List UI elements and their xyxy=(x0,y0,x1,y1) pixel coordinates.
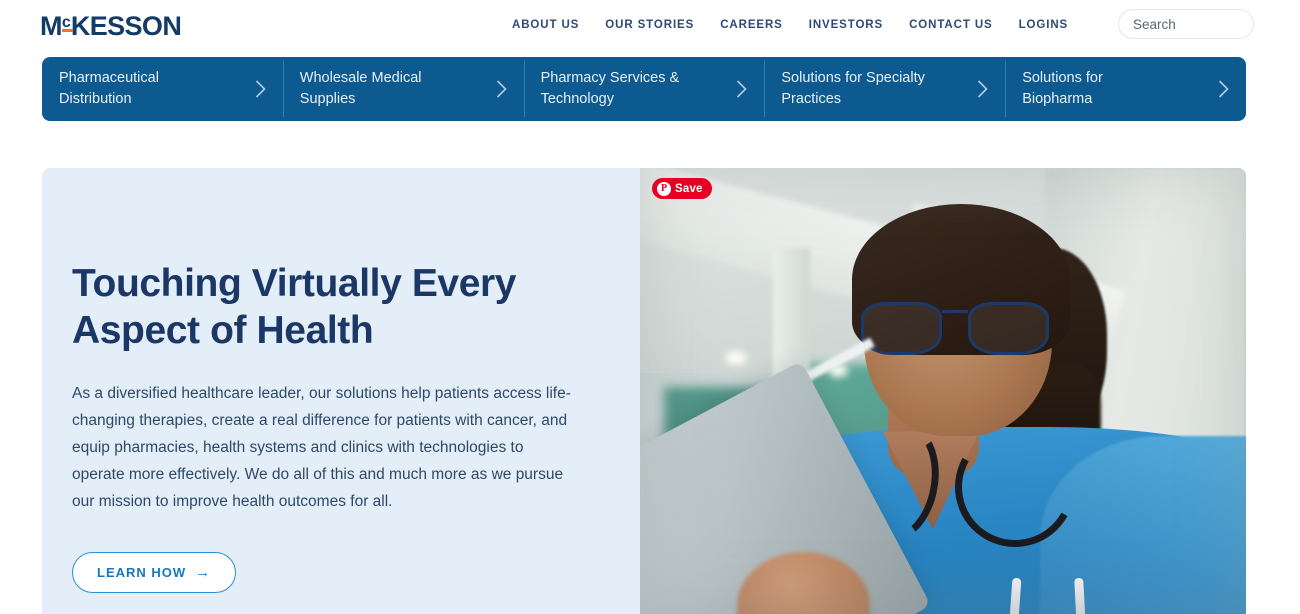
meganav-label: Wholesale Medical Supplies xyxy=(299,70,422,107)
nav-item-logins[interactable]: LOGINS xyxy=(1019,19,1069,31)
logo-letter-m: M xyxy=(40,11,63,41)
meganav-label: Pharmacy Services & Technology xyxy=(540,70,680,107)
chevron-right-icon xyxy=(978,80,988,98)
chevron-right-icon xyxy=(496,80,507,98)
hero-text-panel: Touching Virtually Every Aspect of Healt… xyxy=(42,168,640,614)
nav-item-our-stories[interactable]: OUR STORIES xyxy=(605,19,694,31)
hero-description: As a diversified healthcare leader, our … xyxy=(72,385,571,510)
nav-item-investors[interactable]: INVESTORS xyxy=(809,19,883,31)
learn-how-button[interactable]: LEARN HOW → xyxy=(72,552,237,593)
nav-item-about-us[interactable]: ABOUT US xyxy=(512,19,579,31)
meganav-label: Pharmaceutical Distribution xyxy=(59,70,159,107)
learn-how-label: LEARN HOW xyxy=(97,565,187,580)
pinterest-save-button[interactable]: P Save xyxy=(652,178,712,199)
meganav-label: Solutions for Specialty Practices xyxy=(781,70,925,107)
mckesson-logo[interactable]: M c KESSON xyxy=(40,11,182,41)
pinterest-save-label: Save xyxy=(675,182,703,195)
hero-section: Touching Virtually Every Aspect of Healt… xyxy=(42,168,1246,614)
meganav-item-wholesale-medical-supplies[interactable]: Wholesale Medical Supplies xyxy=(282,57,524,121)
nav-item-careers[interactable]: CAREERS xyxy=(720,19,783,31)
chevron-right-icon xyxy=(737,80,748,98)
search-box[interactable] xyxy=(1118,9,1300,39)
logo-orange-underline xyxy=(61,29,73,32)
arrow-right-icon: → xyxy=(195,564,212,581)
primary-nav: ABOUT US OUR STORIES CAREERS INVESTORS C… xyxy=(512,19,1068,31)
logo-text-kesson: KESSON xyxy=(70,11,182,41)
meganav-label: Solutions for Biopharma xyxy=(1022,70,1103,107)
site-header: M c KESSON ABOUT US OUR STORIES CAREERS … xyxy=(0,0,1300,52)
chevron-right-icon xyxy=(255,80,266,98)
logo-superscript-c-wrap: c xyxy=(61,12,73,41)
mega-nav-bar: Pharmaceutical Distribution Wholesale Me… xyxy=(42,57,1246,121)
nav-item-contact-us[interactable]: CONTACT US xyxy=(909,19,993,31)
photo-vignette xyxy=(640,168,1246,614)
meganav-item-pharmacy-services-technology[interactable]: Pharmacy Services & Technology xyxy=(523,57,765,121)
chevron-right-icon xyxy=(1218,80,1229,98)
hero-image: P Save xyxy=(640,168,1246,614)
search-input[interactable] xyxy=(1133,16,1300,32)
hero-title: Touching Virtually Every Aspect of Healt… xyxy=(72,262,517,352)
meganav-item-solutions-for-biopharma[interactable]: Solutions for Biopharma xyxy=(1005,57,1246,121)
meganav-item-pharmaceutical-distribution[interactable]: Pharmaceutical Distribution xyxy=(42,57,283,121)
pinterest-icon: P xyxy=(657,181,671,196)
meganav-item-solutions-for-specialty-practices[interactable]: Solutions for Specialty Practices xyxy=(764,57,1005,121)
